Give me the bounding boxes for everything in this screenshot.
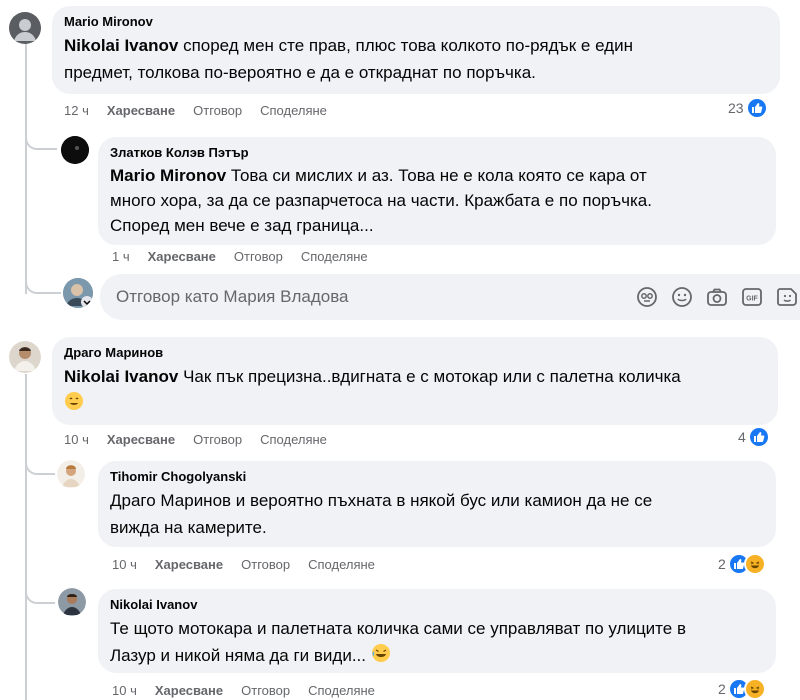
comment-line: вижда на камерите. (110, 518, 267, 537)
comment-author[interactable]: Златков Колэв Пэтър (110, 145, 764, 160)
reaction-count: 4 (738, 429, 746, 445)
like-icon (747, 426, 770, 448)
reply-composer[interactable]: Отговор като Мария Владова GIF (100, 274, 800, 320)
comment-line: Според мен вече е зад граница... (110, 216, 374, 235)
comment-text: Nikolai Ivanov според мен сте прав, плюс… (64, 32, 768, 86)
avatar-sticker-icon[interactable] (636, 286, 658, 308)
comment-actions: 10 ч Харесване Отговор Споделяне (112, 683, 393, 698)
comment-actions: 12 ч Харесване Отговор Споделяне (64, 103, 345, 118)
haha-icon (743, 678, 766, 700)
comment-author[interactable]: Драго Маринов (64, 345, 766, 360)
share-button[interactable]: Споделяне (301, 249, 368, 264)
mention-link[interactable]: Mario Mironov (110, 166, 226, 185)
comment-line: Лазур и никой няма да ги види... (110, 646, 367, 665)
comment-time[interactable]: 10 ч (64, 432, 89, 447)
reaction-summary[interactable]: 2 (718, 553, 766, 575)
comment-line: Това си мислих и аз. Това не е кола коят… (230, 166, 647, 185)
grinning-emoji-icon (64, 391, 84, 419)
comment-author[interactable]: Nikolai Ivanov (110, 597, 764, 612)
avatar[interactable] (61, 136, 89, 164)
thread-elbow-2 (25, 274, 61, 294)
thread-line-2 (25, 374, 27, 700)
comment-text: Mario Mironov Това си мислих и аз. Това … (110, 163, 764, 238)
reaction-summary[interactable]: 2 (718, 678, 766, 700)
svg-text:GIF: GIF (746, 296, 758, 303)
reply-placeholder: Отговор като Мария Владова (116, 287, 349, 306)
mention-link[interactable]: Nikolai Ivanov (64, 367, 178, 386)
comment-time[interactable]: 12 ч (64, 103, 89, 118)
like-icon (745, 97, 768, 119)
comment-actions: 10 ч Харесване Отговор Споделяне (112, 557, 393, 572)
like-button[interactable]: Харесване (148, 249, 216, 264)
thread-line-1 (25, 44, 27, 294)
reaction-count: 2 (718, 556, 726, 572)
avatar[interactable] (57, 460, 85, 488)
comment-line: много хора, за да се разпарчетоса на час… (110, 191, 652, 210)
share-button[interactable]: Споделяне (308, 557, 375, 572)
comment-bubble: Nikolai Ivanov Те щото мотокара и палетн… (98, 589, 776, 673)
emoji-icon[interactable] (671, 286, 693, 308)
like-button[interactable]: Харесване (155, 557, 223, 572)
thread-elbow-4 (25, 584, 55, 604)
share-button[interactable]: Споделяне (260, 103, 327, 118)
comment-bubble: Златков Колэв Пэтър Mario Mironov Това с… (98, 137, 776, 245)
haha-icon (743, 553, 766, 575)
gif-icon[interactable]: GIF (741, 286, 763, 308)
reply-button[interactable]: Отговор (234, 249, 283, 264)
comment-actions: 10 ч Харесване Отговор Споделяне (64, 432, 345, 447)
comment-line: предмет, толкова по-вероятно е да е откр… (64, 63, 536, 82)
reply-button[interactable]: Отговор (241, 557, 290, 572)
like-button[interactable]: Харесване (155, 683, 223, 698)
current-user-avatar[interactable] (63, 278, 93, 308)
avatar[interactable] (9, 12, 41, 44)
sticker-icon[interactable] (776, 286, 798, 308)
share-button[interactable]: Споделяне (308, 683, 375, 698)
reply-button[interactable]: Отговор (193, 103, 242, 118)
reply-button[interactable]: Отговор (241, 683, 290, 698)
share-button[interactable]: Споделяне (260, 432, 327, 447)
like-button[interactable]: Харесване (107, 432, 175, 447)
like-button[interactable]: Харесване (107, 103, 175, 118)
avatar[interactable] (58, 588, 86, 616)
comment-line: Те щото мотокара и палетната количка сам… (110, 619, 686, 638)
avatar[interactable] (9, 341, 41, 373)
comment-line: Драго Маринов и вероятно пъхната в някой… (110, 491, 653, 510)
comment-author[interactable]: Mario Mironov (64, 14, 768, 29)
mention-link[interactable]: Nikolai Ivanov (64, 36, 178, 55)
comment-time[interactable]: 10 ч (112, 683, 137, 698)
comment-time[interactable]: 10 ч (112, 557, 137, 572)
comment-line: Чак пък прецизна..вдигната е с мотокар и… (183, 367, 681, 386)
reaction-summary[interactable]: 4 (738, 426, 770, 448)
comment-bubble: Mario Mironov Nikolai Ivanov според мен … (52, 6, 780, 94)
comment-author[interactable]: Tihomir Chogolyanski (110, 469, 764, 484)
composer-icons: GIF (636, 286, 798, 308)
comment-text: Nikolai Ivanov Чак пък прецизна..вдигнат… (64, 363, 766, 419)
comment-time[interactable]: 1 ч (112, 249, 130, 264)
comment-text: Те щото мотокара и палетната количка сам… (110, 615, 764, 671)
thread-elbow-1 (25, 130, 57, 150)
comment-bubble: Драго Маринов Nikolai Ivanov Чак пък пре… (52, 337, 778, 425)
reaction-count: 2 (718, 681, 726, 697)
thread-elbow-3 (25, 455, 55, 475)
reaction-count: 23 (728, 100, 744, 116)
reply-button[interactable]: Отговор (193, 432, 242, 447)
reaction-summary[interactable]: 23 (728, 97, 768, 119)
comment-line: според мен сте прав, плюс това колкото п… (183, 36, 633, 55)
comment-actions: 1 ч Харесване Отговор Споделяне (112, 249, 386, 264)
comment-bubble: Tihomir Chogolyanski Драго Маринов и вер… (98, 461, 776, 547)
camera-icon[interactable] (706, 286, 728, 308)
comment-text: Драго Маринов и вероятно пъхната в някой… (110, 487, 764, 541)
rofl-emoji-icon (371, 643, 391, 671)
